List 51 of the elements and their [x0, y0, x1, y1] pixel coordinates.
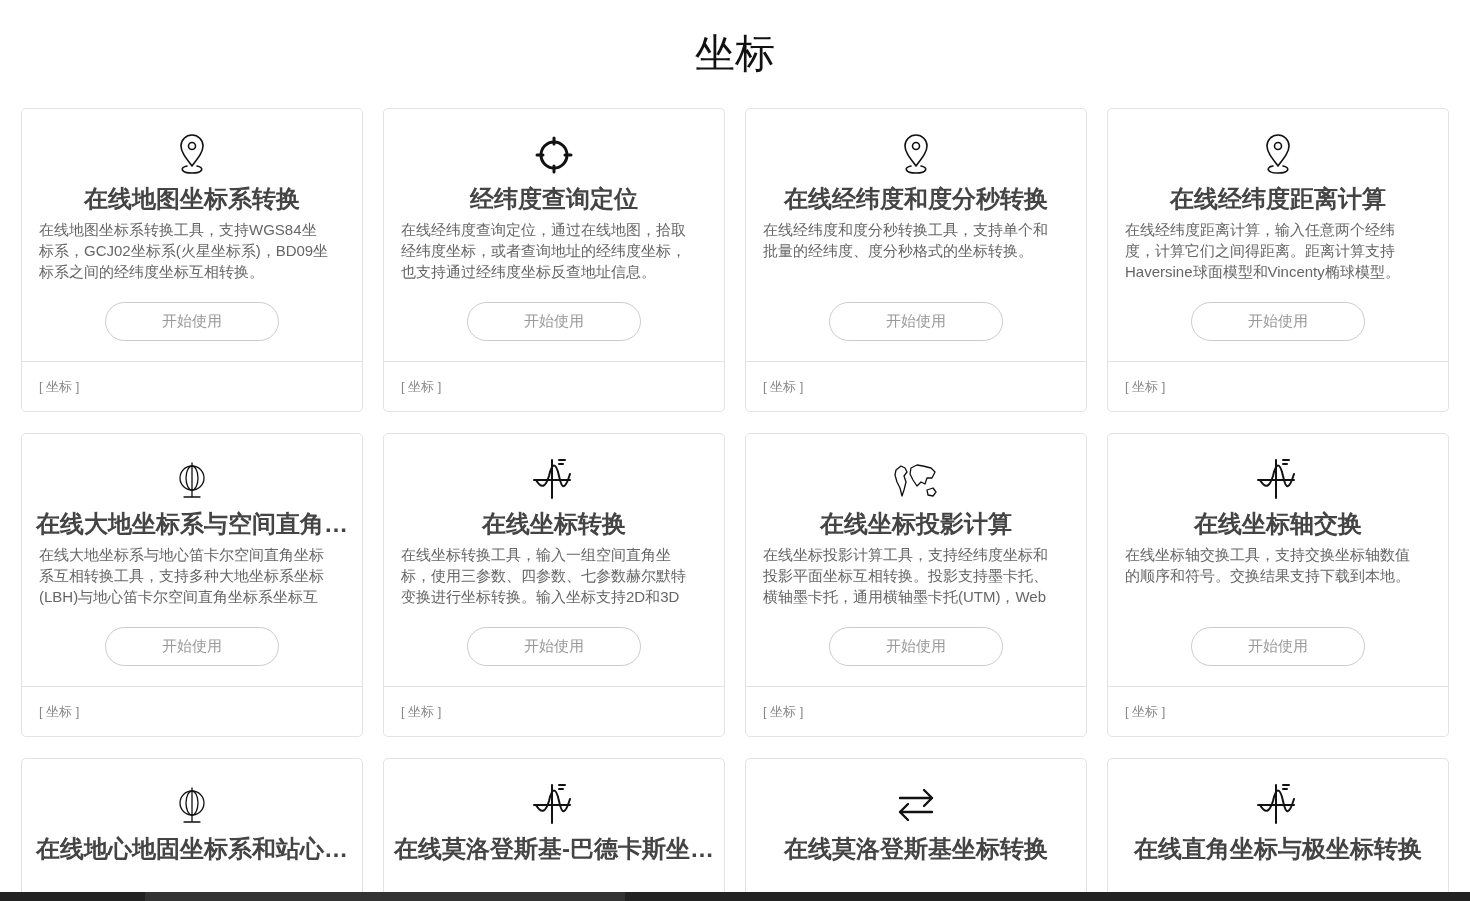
description-line: 批量的经纬度、度分秒格式的坐标转换。: [763, 241, 1034, 261]
card-title[interactable]: 在线坐标转换: [384, 504, 724, 544]
category-tag[interactable]: [ 坐标 ]: [763, 701, 804, 722]
description-line: 在线经纬度和度分秒转换工具，支持单个和: [763, 220, 1049, 240]
card-title[interactable]: 在线大地坐标系与空间直角…: [22, 504, 362, 544]
description-line: 变换进行坐标转换。输入坐标支持2D和3D: [401, 587, 681, 607]
horizontal-scrollbar[interactable]: [0, 892, 1470, 901]
description-line: Haversine球面模型和Vincenty椭球模型。: [1125, 262, 1401, 282]
map-pin-icon: [1263, 133, 1293, 175]
category-tag[interactable]: [ 坐标 ]: [763, 376, 804, 397]
category-tag[interactable]: [ 坐标 ]: [39, 376, 80, 397]
map-pin-icon: [177, 133, 207, 175]
description-line: 在线大地坐标系与地心笛卡尔空间直角坐标: [39, 545, 325, 565]
description-line: 标，使用三参数、四参数、七参数赫尔默特: [401, 566, 687, 586]
category-tag[interactable]: [ 坐标 ]: [401, 701, 442, 722]
description-line: 在线坐标转换工具，输入一组空间直角坐: [401, 545, 672, 565]
page-title: 坐标: [694, 30, 776, 77]
card-title[interactable]: 在线经纬度距离计算: [1108, 179, 1448, 219]
description-line: 在线地图坐标系转换工具，支持WGS84坐: [39, 220, 318, 240]
globe-icon: [177, 787, 207, 825]
world-map-icon: [893, 462, 939, 500]
description-line: 也支持通过经纬度坐标反查地址信息。: [401, 262, 657, 282]
card-title[interactable]: 在线地心地固坐标系和站心…: [22, 829, 362, 869]
description-line: 标系，GCJ02坐标系(火星坐标系)，BD09坐: [39, 241, 330, 261]
description-line: (LBH)与地心笛卡尔空间直角坐标系坐标互: [39, 587, 320, 607]
map-pin-icon: [901, 133, 931, 175]
description-line: 度，计算它们之间得距离。距离计算支持: [1125, 241, 1396, 261]
description-line: 横轴墨卡托，通用横轴墨卡托(UTM)，Web: [763, 587, 1048, 607]
crosshair-icon: [534, 135, 574, 175]
card-title[interactable]: 在线坐标轴交换: [1108, 504, 1448, 544]
category-tag[interactable]: [ 坐标 ]: [1125, 376, 1166, 397]
description-line: 投影平面坐标互相转换。投影支持墨卡托、: [763, 566, 1049, 586]
category-tag[interactable]: [ 坐标 ]: [401, 376, 442, 397]
card-title[interactable]: 在线地图坐标系转换: [22, 179, 362, 219]
category-tag[interactable]: [ 坐标 ]: [39, 701, 80, 722]
card-title[interactable]: 在线经纬度和度分秒转换: [746, 179, 1086, 219]
description-line: 经纬度坐标，或者查询地址的经纬度坐标，: [401, 241, 687, 261]
description-line: 的顺序和符号。交换结果支持下载到本地。: [1125, 566, 1411, 586]
card-title[interactable]: 在线坐标投影计算: [746, 504, 1086, 544]
description-line: 在线经纬度查询定位，通过在线地图，拾取: [401, 220, 687, 240]
card-title[interactable]: 在线莫洛登斯基-巴德卡斯坐…: [384, 829, 724, 869]
description-line: 在线坐标轴交换工具，支持交换坐标轴数值: [1125, 545, 1411, 565]
card-title[interactable]: 在线直角坐标与极坐标转换: [1108, 829, 1448, 869]
globe-icon: [177, 462, 207, 500]
card-title[interactable]: 在线莫洛登斯基坐标转换: [746, 829, 1086, 869]
description-line: 系互相转换工具，支持多种大地坐标系坐标: [39, 566, 325, 586]
card-title[interactable]: 经纬度查询定位: [384, 179, 724, 219]
description-line: 在线经纬度距离计算，输入任意两个经纬: [1125, 220, 1396, 240]
description-line: 在线坐标投影计算工具，支持经纬度坐标和: [763, 545, 1049, 565]
description-line: 标系之间的经纬度坐标互相转换。: [39, 262, 265, 282]
category-tag[interactable]: [ 坐标 ]: [1125, 701, 1166, 722]
